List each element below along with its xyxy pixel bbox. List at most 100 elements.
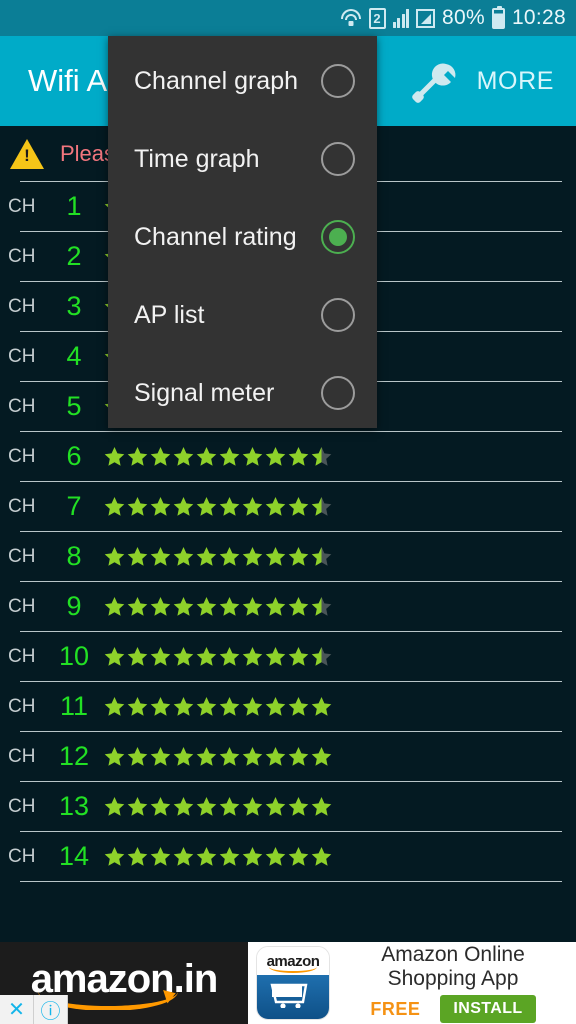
star-icon [219, 747, 240, 766]
star-icon [242, 497, 263, 516]
ad-app-icon-bottom [257, 975, 329, 1019]
star-icon [288, 797, 309, 816]
star-icon [150, 597, 171, 616]
star-icon [219, 547, 240, 566]
star-icon [311, 697, 332, 716]
ad-app-icon-label: amazon [266, 952, 320, 970]
star-icon [242, 697, 263, 716]
star-icon [219, 447, 240, 466]
star-icon [173, 747, 194, 766]
table-row[interactable]: CH 9 [0, 582, 576, 631]
channel-prefix-label: CH [8, 445, 36, 467]
star-icon [150, 747, 171, 766]
star-icon [288, 497, 309, 516]
shopping-cart-icon [270, 983, 308, 1008]
star-icon [242, 847, 263, 866]
channel-number: 5 [66, 391, 82, 421]
channel-number: 11 [59, 691, 89, 721]
table-row[interactable]: CH 7 [0, 482, 576, 531]
star-icon [104, 447, 125, 466]
info-icon[interactable]: ⓘ [34, 995, 68, 1024]
rating-stars [104, 646, 332, 667]
table-row[interactable]: CH 10 [0, 632, 576, 681]
star-icon [196, 447, 217, 466]
channel-number: 1 [66, 191, 82, 221]
star-icon [104, 847, 125, 866]
star-icon [242, 647, 263, 666]
rating-stars [104, 546, 332, 567]
menu-item-signal-meter[interactable]: Signal meter [108, 354, 377, 432]
channel-prefix-label: CH [8, 345, 36, 367]
star-icon [219, 647, 240, 666]
ad-content: Amazon Online Shopping App FREE INSTALL [338, 942, 576, 1024]
install-button[interactable]: INSTALL [440, 995, 536, 1024]
star-icon [104, 547, 125, 566]
star-icon [196, 497, 217, 516]
ad-brand-panel[interactable]: amazon.in ✕ ⓘ [0, 942, 248, 1024]
channel-prefix-label: CH [8, 595, 36, 617]
table-row[interactable]: CH 12 [0, 732, 576, 781]
app-bar-actions: MORE [405, 54, 576, 108]
star-icon [196, 647, 217, 666]
menu-item-ap-list[interactable]: AP list [108, 276, 377, 354]
warning-text: Pleas [60, 140, 116, 166]
menu-item-channel-graph[interactable]: Channel graph [108, 42, 377, 120]
channel-prefix-label: CH [8, 295, 36, 317]
menu-item-time-graph[interactable]: Time graph [108, 120, 377, 198]
radio-button-icon[interactable] [321, 298, 355, 332]
star-icon [127, 547, 148, 566]
channel-number: 10 [58, 641, 90, 671]
star-icon [127, 447, 148, 466]
menu-item-channel-rating[interactable]: Channel rating [108, 198, 377, 276]
channel-prefix-label: CH [8, 695, 36, 717]
star-icon [150, 547, 171, 566]
star-icon [104, 797, 125, 816]
table-row[interactable]: CH 11 [0, 682, 576, 731]
channel-number: 4 [66, 341, 82, 371]
star-icon [173, 647, 194, 666]
star-icon [311, 647, 332, 666]
star-icon [311, 497, 332, 516]
radio-button-icon[interactable] [321, 220, 355, 254]
channel-number: 8 [66, 541, 82, 571]
rating-stars [104, 596, 332, 617]
star-icon [288, 747, 309, 766]
channel-number: 3 [66, 291, 82, 321]
star-icon [265, 747, 286, 766]
clock-label: 10:28 [511, 6, 566, 29]
radio-button-icon[interactable] [321, 64, 355, 98]
star-icon [265, 797, 286, 816]
view-mode-menu[interactable]: Channel graph Time graph Channel rating AP … [108, 36, 377, 428]
table-row[interactable]: CH 6 [0, 432, 576, 481]
star-icon [127, 647, 148, 666]
wrench-icon[interactable] [405, 54, 459, 108]
table-row[interactable]: CH 13 [0, 782, 576, 831]
radio-button-icon[interactable] [321, 142, 355, 176]
star-icon [104, 497, 125, 516]
channel-number: 6 [66, 441, 82, 471]
table-row[interactable]: CH 14 [0, 832, 576, 881]
star-icon [196, 747, 217, 766]
star-icon [196, 547, 217, 566]
rating-stars [104, 446, 332, 467]
star-icon [288, 647, 309, 666]
radio-button-icon[interactable] [321, 376, 355, 410]
star-icon [311, 747, 332, 766]
channel-prefix-label: CH [8, 645, 36, 667]
star-icon [265, 497, 286, 516]
star-icon [150, 847, 171, 866]
star-icon [288, 447, 309, 466]
more-button[interactable]: MORE [477, 67, 554, 96]
ad-app-icon-top: amazon [257, 947, 329, 975]
table-row[interactable]: CH 8 [0, 532, 576, 581]
menu-item-label: Signal meter [134, 378, 275, 407]
star-icon [265, 647, 286, 666]
status-bar: 2 80% 10:28 [0, 0, 576, 36]
ad-banner[interactable]: amazon.in ✕ ⓘ amazon Amazon Online Shopp… [0, 942, 576, 1024]
star-icon [104, 647, 125, 666]
star-icon [311, 797, 332, 816]
menu-item-label: Channel graph [134, 66, 299, 95]
channel-number: 14 [58, 841, 90, 871]
channel-prefix-label: CH [8, 545, 36, 567]
close-icon[interactable]: ✕ [0, 995, 34, 1024]
